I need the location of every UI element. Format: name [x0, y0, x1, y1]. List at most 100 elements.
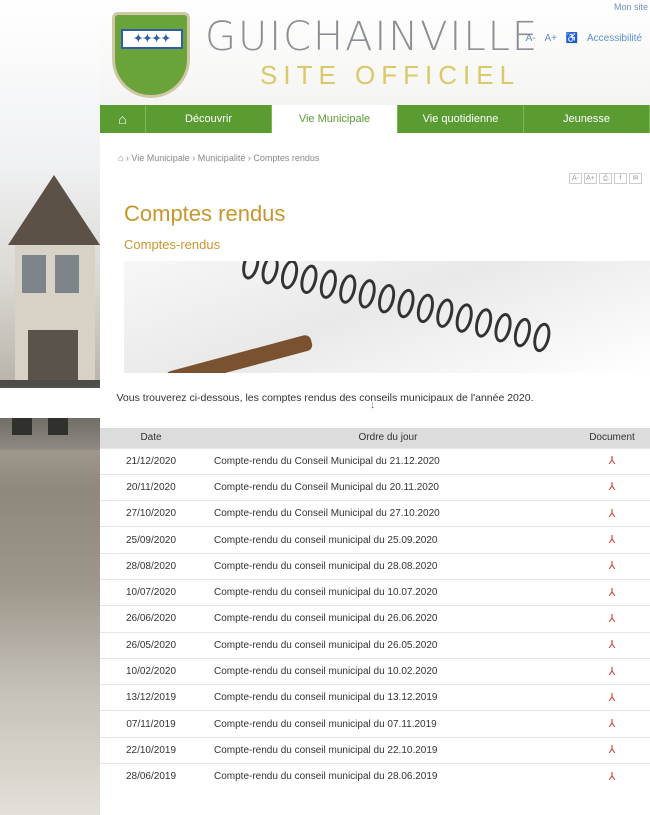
row-document-cell: ⅄ [574, 552, 650, 580]
table-row: 21/12/2020 Compte-rendu du Conseil Munici… [100, 447, 650, 475]
row-title-link[interactable]: Compte-rendu du conseil municipal du 25.… [202, 526, 574, 554]
accessibility-link[interactable]: ♿ Accessibilité [566, 33, 642, 44]
row-title-link[interactable]: Compte-rendu du conseil municipal du 22.… [202, 736, 574, 764]
print-icon[interactable]: ⎙ [599, 173, 612, 184]
column-header-document: Document [574, 428, 650, 448]
main-nav: ⌂ Découvrir Vie Municipale Vie quotidien… [100, 105, 650, 133]
row-document-cell: ⅄ [574, 605, 650, 633]
row-title-link[interactable]: Compte-rendu du Conseil Municipal du 20.… [202, 473, 574, 501]
tab-vie-municipale[interactable]: Vie Municipale [272, 105, 398, 133]
row-date: 22/10/2019 [100, 736, 202, 764]
row-date: 13/12/2019 [100, 684, 202, 711]
pdf-icon[interactable]: ⅄ [607, 560, 618, 572]
column-header-agenda: Ordre du jour [202, 428, 574, 448]
font-decrease-icon[interactable]: A- [569, 173, 582, 184]
pdf-icon[interactable]: ⅄ [607, 481, 618, 493]
row-date: 10/07/2020 [100, 578, 202, 606]
row-date: 20/11/2020 [100, 473, 202, 501]
table-row: 22/10/2019 Compte-rendu du conseil munici… [100, 736, 650, 764]
facebook-icon[interactable]: f [614, 173, 627, 184]
pdf-icon[interactable]: ⅄ [607, 744, 618, 756]
font-increase-icon[interactable]: A+ [584, 173, 597, 184]
top-link[interactable]: Mon site [614, 2, 648, 12]
row-title-link[interactable]: Compte-rendu du conseil municipal du 07.… [202, 710, 574, 738]
row-date: 26/06/2020 [100, 605, 202, 633]
mail-icon[interactable]: ✉ [629, 173, 642, 184]
row-document-cell: ⅄ [574, 657, 650, 685]
table-header-row: Date Ordre du jour Document [100, 428, 650, 448]
row-title-link[interactable]: Compte-rendu du Conseil Municipal du 27.… [202, 500, 574, 527]
row-title-link[interactable]: Compte-rendu du Conseil Municipal du 21.… [202, 447, 574, 475]
share-tools: A- A+ ⎙ f ✉ [569, 173, 642, 184]
house-roof [8, 175, 100, 245]
table-row: 10/07/2020 Compte-rendu du conseil munici… [100, 578, 650, 606]
row-date: 25/09/2020 [100, 526, 202, 554]
row-title-link[interactable]: Compte-rendu du conseil municipal du 26.… [202, 605, 574, 633]
site-subtitle: SITE OFFICIEL [260, 60, 521, 90]
row-title-link[interactable]: Compte-rendu du conseil municipal du 10.… [202, 578, 574, 606]
row-document-cell: ⅄ [574, 578, 650, 606]
table-row: 20/11/2020 Compte-rendu du Conseil Munici… [100, 473, 650, 501]
row-document-cell: ⅄ [574, 526, 650, 554]
row-date: 28/06/2019 [100, 763, 202, 790]
pencil [164, 333, 314, 373]
page-subtitle: Comptes-rendus [124, 237, 221, 252]
row-document-cell: ⅄ [574, 447, 650, 475]
row-title-link[interactable]: Compte-rendu du conseil municipal du 28.… [202, 763, 574, 790]
row-document-cell: ⅄ [574, 736, 650, 764]
table-row: 26/05/2020 Compte-rendu du conseil munici… [100, 631, 650, 659]
intro-text: Vous trouverez ci-dessous, les comptes r… [0, 388, 650, 418]
row-title-link[interactable]: Compte-rendu du conseil municipal du 10.… [202, 657, 574, 685]
pdf-icon[interactable]: ⅄ [607, 639, 618, 651]
table-row: 26/06/2020 Compte-rendu du conseil munici… [100, 605, 650, 633]
tab-jeunesse[interactable]: Jeunesse [524, 105, 650, 133]
font-decrease-button[interactable]: A- [526, 33, 536, 44]
page-title: Comptes rendus [124, 201, 286, 226]
row-date: 10/02/2020 [100, 657, 202, 685]
row-date: 21/12/2020 [100, 447, 202, 475]
table-row: 07/11/2019 Compte-rendu du conseil munici… [100, 710, 650, 738]
table-row: 13/12/2019 Compte-rendu du conseil munici… [100, 684, 650, 711]
arrow-down-icon: ↓ [370, 400, 375, 411]
accessibility-tools: A- A+ ♿ Accessibilité [520, 33, 642, 44]
row-title-link[interactable]: Compte-rendu du conseil municipal du 26.… [202, 631, 574, 659]
house-window [22, 255, 46, 293]
row-date: 26/05/2020 [100, 631, 202, 659]
tab-vie-quotidienne[interactable]: Vie quotidienne [398, 105, 524, 133]
row-document-cell: ⅄ [574, 763, 650, 790]
row-date: 27/10/2020 [100, 500, 202, 527]
row-document-cell: ⅄ [574, 631, 650, 659]
column-header-date: Date [100, 428, 202, 448]
minutes-table: Date Ordre du jour Document 21/12/2020 Co… [100, 428, 650, 790]
row-document-cell: ⅄ [574, 500, 650, 527]
pdf-icon[interactable]: ⅄ [607, 718, 618, 730]
table-row: 25/09/2020 Compte-rendu du conseil munici… [100, 526, 650, 554]
pdf-icon[interactable]: ⅄ [607, 771, 618, 783]
row-document-cell: ⅄ [574, 684, 650, 711]
crest-logo[interactable]: ✦✦✦✦ [112, 12, 190, 98]
pdf-icon[interactable]: ⅄ [607, 613, 618, 625]
row-title-link[interactable]: Compte-rendu du conseil municipal du 28.… [202, 552, 574, 580]
table-row: 10/02/2020 Compte-rendu du conseil munici… [100, 657, 650, 685]
pdf-icon[interactable]: ⅄ [607, 587, 618, 599]
row-date: 07/11/2019 [100, 710, 202, 738]
pdf-icon[interactable]: ⅄ [607, 534, 618, 546]
site-header: ✦✦✦✦ GUICHAINVILLE SITE OFFICIEL Mon sit… [100, 0, 650, 105]
home-icon[interactable]: ⌂ [100, 105, 146, 133]
crest-band: ✦✦✦✦ [121, 29, 183, 49]
accessibility-label: Accessibilité [586, 33, 642, 44]
pdf-icon[interactable]: ⅄ [607, 508, 618, 520]
row-title-link[interactable]: Compte-rendu du conseil municipal du 13.… [202, 684, 574, 711]
table-row: 28/06/2019 Compte-rendu du conseil munici… [100, 763, 650, 790]
row-date: 28/08/2020 [100, 552, 202, 580]
notebook-banner-image [124, 261, 650, 373]
breadcrumb[interactable]: ⌂ › Vie Municipale › Municipalité › Comp… [118, 153, 319, 163]
font-increase-button[interactable]: A+ [544, 33, 557, 44]
pdf-icon[interactable]: ⅄ [607, 692, 618, 704]
tab-decouvrir[interactable]: Découvrir [146, 105, 272, 133]
row-document-cell: ⅄ [574, 710, 650, 738]
site-title[interactable]: GUICHAINVILLE [205, 14, 539, 60]
house-window [55, 255, 79, 293]
pdf-icon[interactable]: ⅄ [607, 666, 618, 678]
pdf-icon[interactable]: ⅄ [607, 455, 618, 467]
